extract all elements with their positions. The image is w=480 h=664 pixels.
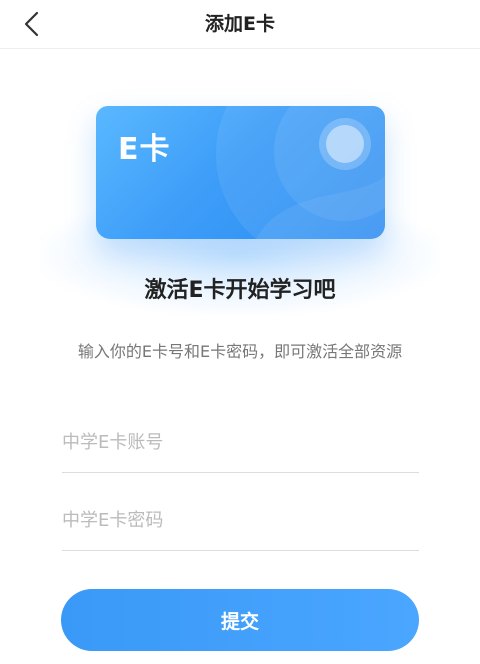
account-input[interactable] — [62, 426, 419, 458]
password-field — [62, 490, 419, 551]
top-bar: 添加E卡 — [0, 0, 480, 49]
password-input[interactable] — [62, 504, 419, 536]
e-card-graphic: E卡 — [96, 106, 385, 239]
account-field — [62, 412, 419, 473]
activate-heading: 激活E卡开始学习吧 — [144, 278, 336, 303]
page-title: 添加E卡 — [205, 13, 275, 35]
card-logo-text: E卡 — [118, 132, 171, 167]
activate-instructions: 输入你的E卡号和E卡密码，即可激活全部资源 — [77, 342, 403, 361]
submit-button[interactable]: 提交 — [61, 589, 419, 651]
